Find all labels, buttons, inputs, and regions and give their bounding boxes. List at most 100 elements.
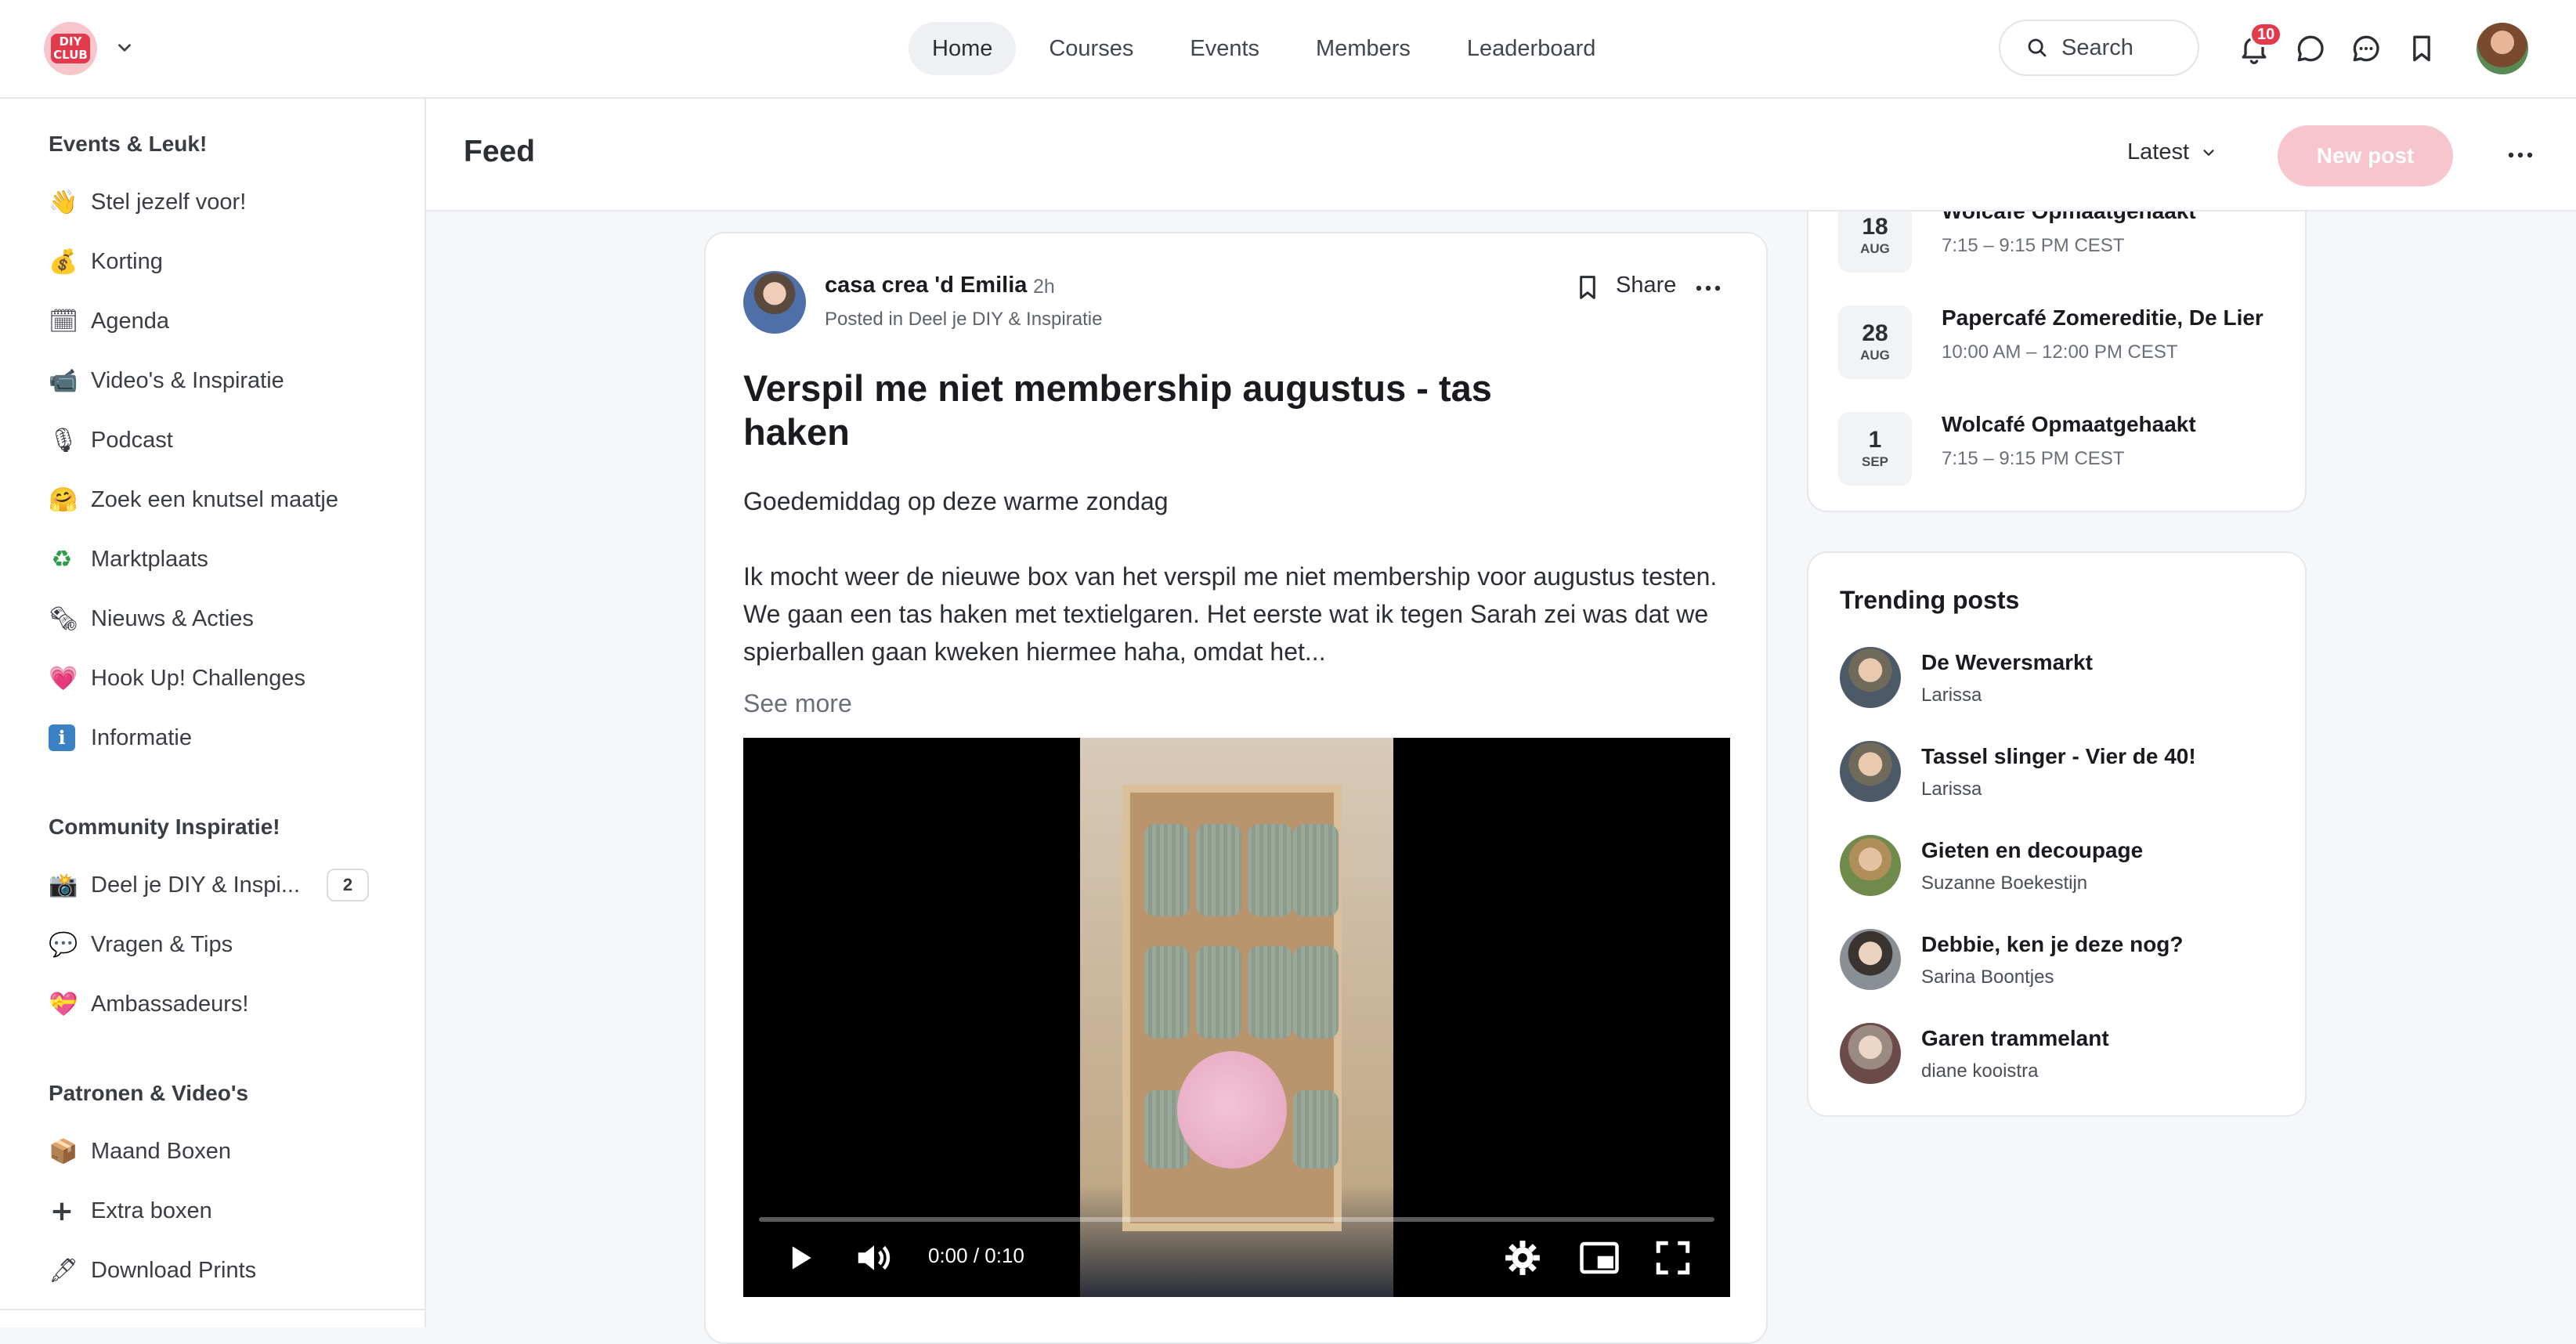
post-paragraph: Goedemiddag op deze warme zondag xyxy=(743,487,1169,515)
logo-mark: DIY CLUB xyxy=(51,34,90,63)
see-more-link[interactable]: See more xyxy=(743,689,852,718)
sidebar-section-title: Events & Leuk! xyxy=(49,132,208,156)
more-options-icon[interactable] xyxy=(1694,279,1722,298)
sidebar-item-vragen-tips[interactable]: 💬 Vragen & Tips xyxy=(49,927,233,962)
post-space-link[interactable]: Posted in Deel je DIY & Inspiratie xyxy=(825,309,1102,331)
sidebar-item-stel-jezelf-voor[interactable]: 👋 Stel jezelf voor! xyxy=(49,185,246,219)
community-logo[interactable]: DIY CLUB xyxy=(44,22,97,75)
search-icon xyxy=(2028,38,2047,57)
notification-badge: 10 xyxy=(2249,22,2283,47)
info-icon: ℹ xyxy=(49,724,75,751)
sidebar-item-extra-boxen[interactable]: + Extra boxen xyxy=(49,1194,212,1228)
sidebar-item-label: Marktplaats xyxy=(91,546,208,572)
sidebar-item-ambassadeurs[interactable]: 💝 Ambassadeurs! xyxy=(49,987,249,1021)
sidebar-item-informatie[interactable]: ℹ Informatie xyxy=(49,721,192,755)
video-camera-icon: 📹 xyxy=(49,367,78,395)
post-author-name[interactable]: casa crea 'd Emilia xyxy=(825,273,1027,298)
trending-post-author: diane kooistra xyxy=(1921,1060,2039,1082)
video-progress-bar[interactable] xyxy=(759,1217,1714,1222)
trending-post-author: Larissa xyxy=(1921,685,1982,706)
nav-members[interactable]: Members xyxy=(1292,22,1434,75)
user-avatar[interactable] xyxy=(2477,23,2528,74)
event-date-badge: 28 AUG xyxy=(1838,305,1912,379)
chevron-down-icon xyxy=(2203,149,2214,156)
sidebar-divider xyxy=(0,1309,425,1310)
new-post-button[interactable]: New post xyxy=(2278,125,2453,186)
bookmark-icon[interactable] xyxy=(2404,31,2439,66)
chevron-down-icon[interactable] xyxy=(114,38,135,58)
author-avatar[interactable] xyxy=(1840,647,1901,708)
sidebar-item-hook-up-challenges[interactable]: 💗 Hook Up! Challenges xyxy=(49,661,305,695)
feed-header: Feed Latest New post xyxy=(426,99,2576,211)
play-icon[interactable] xyxy=(782,1236,817,1280)
nav-events[interactable]: Events xyxy=(1166,22,1283,75)
author-avatar[interactable] xyxy=(1840,929,1901,990)
package-icon: 📦 xyxy=(49,1137,78,1165)
post-timestamp[interactable]: 2h xyxy=(1033,276,1055,298)
pink-heart-icon: 💗 xyxy=(49,664,78,692)
author-avatar[interactable] xyxy=(743,271,806,334)
sidebar-item-maand-boxen[interactable]: 📦 Maand Boxen xyxy=(49,1134,231,1169)
trending-post-title[interactable]: De Weversmarkt xyxy=(1921,650,2093,675)
sidebar-item-download-prints[interactable]: 🖋 Download Prints xyxy=(49,1253,256,1288)
author-avatar[interactable] xyxy=(1840,741,1901,802)
messages-icon[interactable] xyxy=(2349,31,2383,66)
more-options-icon[interactable] xyxy=(2506,146,2534,164)
calendar-icon: 🗓 xyxy=(49,307,79,335)
nav-courses[interactable]: Courses xyxy=(1025,22,1157,75)
sidebar-item-label: Stel jezelf voor! xyxy=(91,189,247,215)
picture-in-picture-icon[interactable] xyxy=(1578,1236,1620,1280)
sidebar-item-zoek-een-knutsel-maatje[interactable]: 🤗 Zoek een knutsel maatje xyxy=(49,482,338,517)
author-avatar[interactable] xyxy=(1840,835,1901,896)
sidebar-item-deel-je-diy[interactable]: 📸 Deel je DIY & Inspi... 2 xyxy=(49,868,370,902)
event-title[interactable]: Wolcafé Opmaatgehaakt xyxy=(1942,412,2196,437)
sidebar-item-label: Podcast xyxy=(91,427,173,453)
speech-balloon-icon: 💬 xyxy=(49,930,78,959)
trending-post-title[interactable]: Tassel slinger - Vier de 40! xyxy=(1921,744,2196,769)
trending-post-title[interactable]: Garen trammelant xyxy=(1921,1026,2109,1051)
event-day: 28 xyxy=(1862,320,1888,346)
sidebar-item-label: Agenda xyxy=(91,308,169,334)
video-player[interactable]: 0:00 / 0:10 xyxy=(743,738,1730,1297)
event-month: AUG xyxy=(1860,348,1890,363)
sidebar-item-label: Vragen & Tips xyxy=(91,931,233,957)
trending-post-title[interactable]: Gieten en decoupage xyxy=(1921,838,2143,863)
post-paragraph: Ik mocht weer de nieuwe box van het vers… xyxy=(743,562,1718,666)
sidebar-item-label: Hook Up! Challenges xyxy=(91,665,306,691)
post-title[interactable]: Verspil me niet membership augustus - ta… xyxy=(743,367,1573,454)
trending-post-author: Sarina Boontjes xyxy=(1921,966,2054,988)
sidebar: Events & Leuk! 👋 Stel jezelf voor! 💰 Kor… xyxy=(0,99,426,1328)
author-avatar[interactable] xyxy=(1840,1023,1901,1084)
sidebar-item-label: Zoek een knutsel maatje xyxy=(91,486,338,512)
event-month: AUG xyxy=(1860,241,1890,256)
sidebar-item-videos-inspiratie[interactable]: 📹 Video's & Inspiratie xyxy=(49,363,284,398)
chat-bubble-icon[interactable] xyxy=(2293,31,2328,66)
share-button[interactable]: Share xyxy=(1616,273,1676,298)
nav-leaderboard[interactable]: Leaderboard xyxy=(1443,22,1619,75)
fullscreen-icon[interactable] xyxy=(1653,1236,1693,1280)
search-button[interactable]: Search xyxy=(1999,20,2199,76)
sidebar-item-label: Informatie xyxy=(91,724,192,750)
sidebar-item-nieuws-acties[interactable]: 🗞 Nieuws & Acties xyxy=(49,602,254,636)
event-title[interactable]: Papercafé Zomereditie, De Lier xyxy=(1942,305,2263,331)
settings-gear-icon[interactable] xyxy=(1503,1236,1542,1280)
newspaper-icon: 🗞 xyxy=(49,605,79,633)
sidebar-item-korting[interactable]: 💰 Korting xyxy=(49,244,163,279)
volume-icon[interactable] xyxy=(853,1236,895,1280)
trending-posts-title: Trending posts xyxy=(1840,586,2020,614)
sidebar-item-label: Extra boxen xyxy=(91,1198,212,1223)
bookmark-icon[interactable] xyxy=(1572,271,1603,304)
event-date-badge: 1 SEP xyxy=(1838,412,1912,486)
sidebar-item-podcast[interactable]: 🎙 Podcast xyxy=(49,423,173,457)
sidebar-item-agenda[interactable]: 🗓 Agenda xyxy=(49,304,169,338)
trending-post-title[interactable]: Debbie, ken je deze nog? xyxy=(1921,932,2184,957)
microphone-icon: 🎙 xyxy=(49,426,79,454)
sidebar-item-label: Video's & Inspiratie xyxy=(91,367,284,393)
search-label: Search xyxy=(2061,34,2133,60)
sort-dropdown[interactable]: Latest xyxy=(2127,139,2217,165)
event-time: 10:00 AM – 12:00 PM CEST xyxy=(1942,341,2178,363)
sidebar-item-marktplaats[interactable]: ♻ Marktplaats xyxy=(49,542,208,576)
nav-home[interactable]: Home xyxy=(909,22,1017,75)
sidebar-section-title: Patronen & Video's xyxy=(49,1081,249,1105)
video-time: 0:00 / 0:10 xyxy=(928,1244,1024,1267)
